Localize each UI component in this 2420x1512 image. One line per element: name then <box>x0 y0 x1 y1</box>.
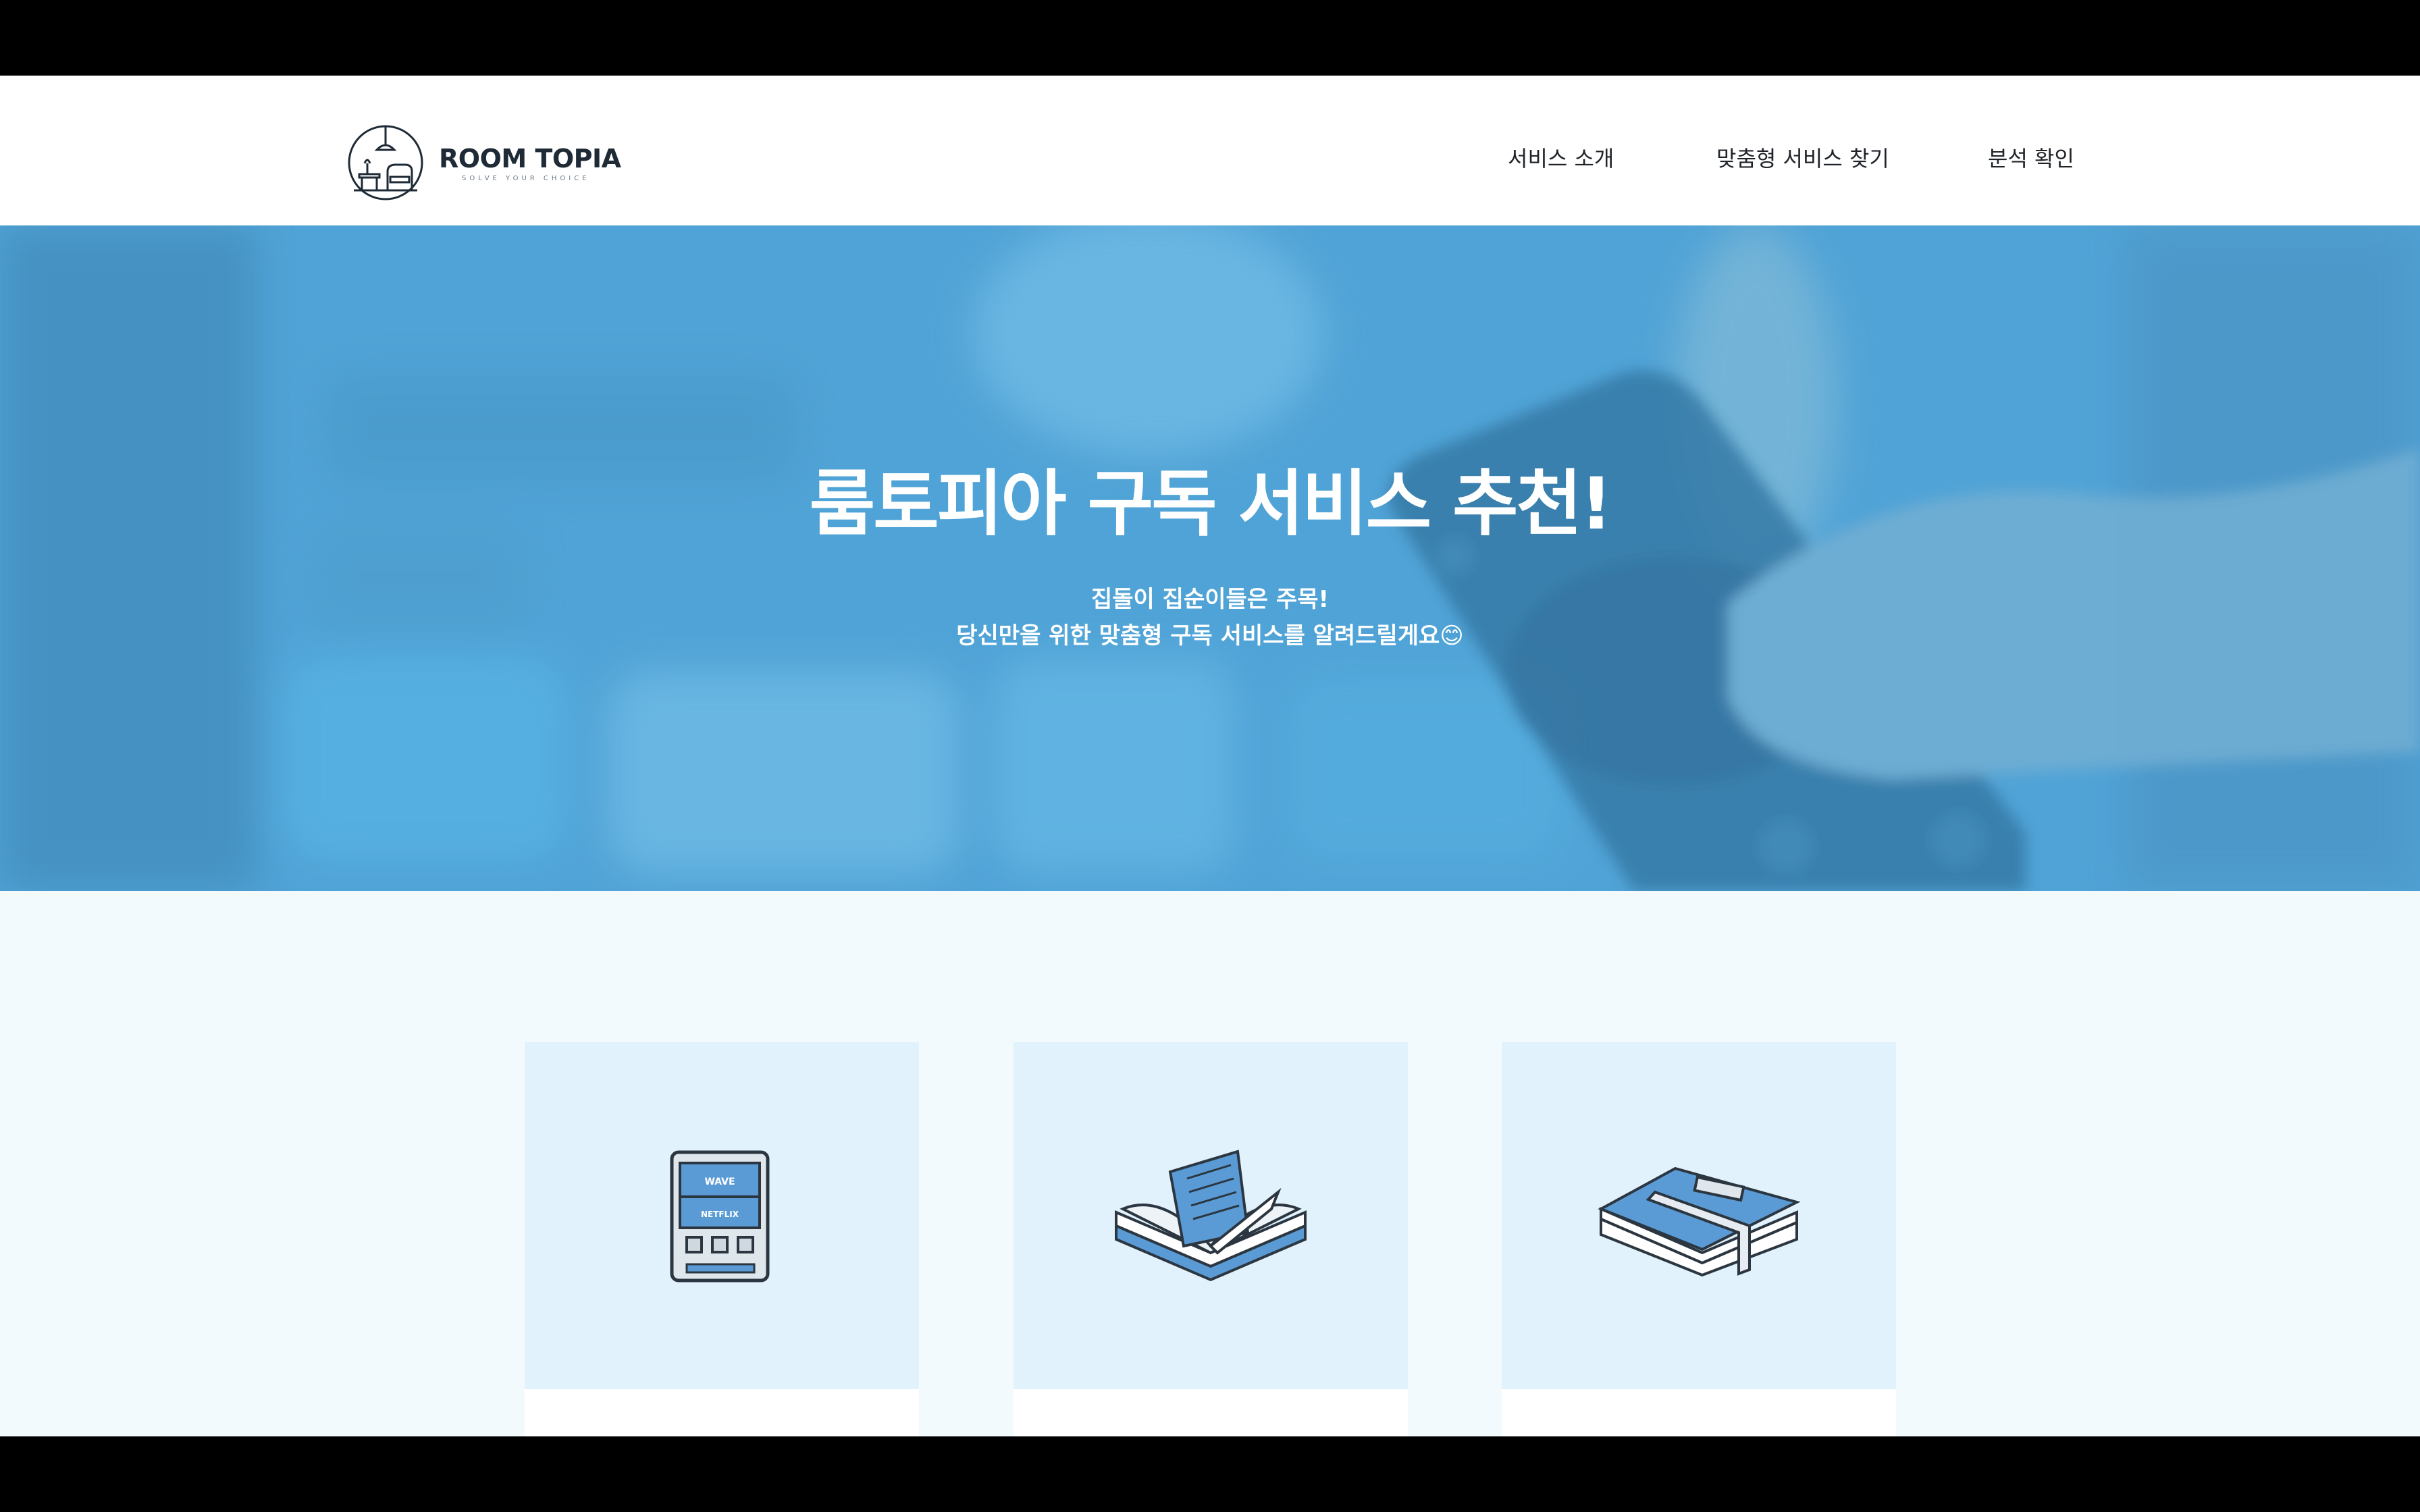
service-card[interactable] <box>1502 1042 1896 1436</box>
service-card[interactable]: WAVE NETFLIX <box>525 1042 919 1436</box>
nav-item-service-intro[interactable]: 서비스 소개 <box>1508 142 1614 173</box>
letterbox-top <box>0 0 2420 76</box>
card-image: WAVE NETFLIX <box>525 1042 919 1389</box>
hero-subtitle-line2: 당신만을 위한 맞춤형 구독 서비스를 알려드릴게요😊 <box>956 622 1464 649</box>
card-image <box>1014 1042 1408 1389</box>
hero-banner: 룸토피아 구독 서비스 추천! 집돌이 집순이들은 주목! 당신만을 위한 맞춤… <box>0 225 2420 891</box>
brand-tagline: SOLVE YOUR CHOICE <box>462 174 590 182</box>
tablet-streaming-icon: WAVE NETFLIX <box>670 1150 770 1282</box>
wave-label: WAVE <box>704 1177 735 1187</box>
card-body <box>525 1389 919 1436</box>
card-body <box>1014 1389 1408 1436</box>
letterbox-bottom <box>0 1436 2420 1512</box>
hero-subtitle-line1: 집돌이 집순이들은 주목! <box>1091 586 1329 613</box>
service-cards-section: WAVE NETFLIX <box>0 891 2420 1436</box>
nav-item-analysis[interactable]: 분석 확인 <box>1988 142 2074 173</box>
open-book-icon <box>1115 1150 1307 1282</box>
stacked-books-icon <box>1598 1166 1801 1276</box>
logo[interactable]: ROOM TOPIA SOLVE YOUR CHOICE <box>347 124 621 201</box>
hero-background-image <box>0 225 2420 891</box>
card-image <box>1502 1042 1896 1389</box>
netflix-label: NETFLIX <box>701 1210 739 1219</box>
hero-title: 룸토피아 구독 서비스 추천! <box>809 462 1613 545</box>
card-body <box>1502 1389 1896 1436</box>
room-logo-icon <box>348 125 423 200</box>
site-header: ROOM TOPIA SOLVE YOUR CHOICE 서비스 소개 맞춤형 … <box>0 76 2420 225</box>
brand-name: ROOM TOPIA <box>439 143 621 173</box>
service-card[interactable] <box>1014 1042 1408 1436</box>
nav-item-custom-service[interactable]: 맞춤형 서비스 찾기 <box>1716 142 1889 173</box>
